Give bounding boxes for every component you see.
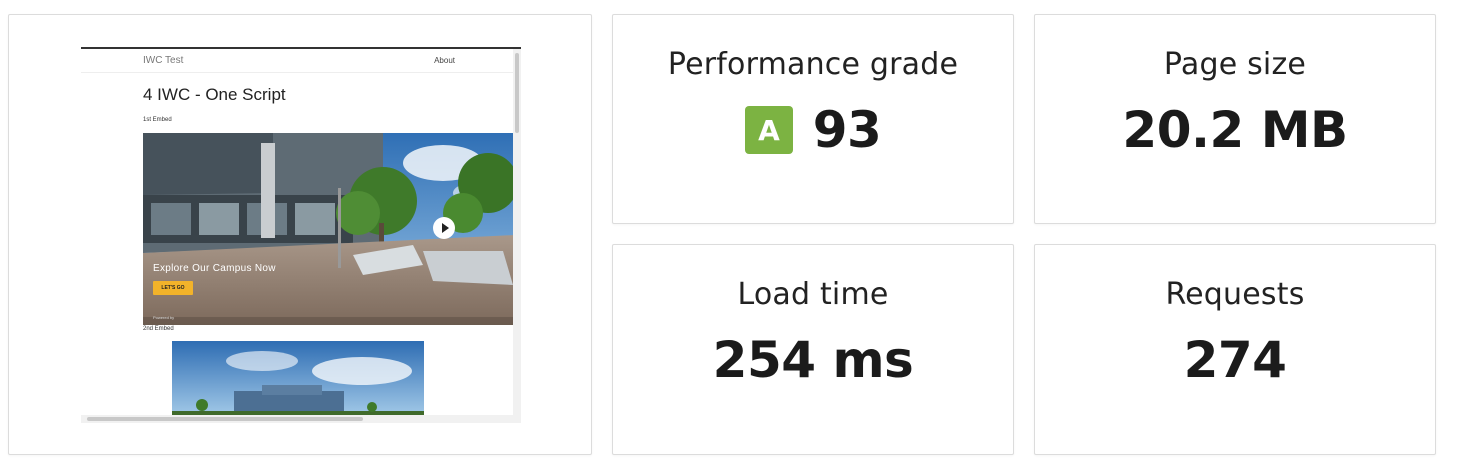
screenshot-card: IWC Test About 4 IWC - One Script 1st Em…: [8, 14, 592, 455]
horizontal-scrollbar[interactable]: [81, 415, 521, 423]
page-size-value: 20.2 MB: [1122, 101, 1348, 159]
screenshot-embed2-label: 2nd Embed: [143, 326, 174, 332]
powered-by-label: Powered by: [153, 315, 175, 320]
load-time-card: Load time 254 ms: [612, 244, 1014, 455]
campus-tour-image: [143, 133, 515, 325]
lets-go-button[interactable]: LET'S GO: [153, 281, 193, 295]
vertical-scrollbar[interactable]: [513, 49, 521, 423]
screenshot-embed1-label: 1st Embed: [143, 117, 172, 123]
screenshot-navbar: IWC Test About: [81, 49, 513, 73]
second-embed-image: [172, 341, 424, 419]
performance-grade-label: Performance grade: [667, 47, 959, 82]
campus-tour-embed: Explore Our Campus Now LET'S GO Powered …: [143, 133, 515, 325]
screenshot-site-title: IWC Test: [143, 55, 184, 66]
page-size-label: Page size: [1163, 47, 1307, 82]
screenshot-nav-about: About: [434, 56, 455, 65]
grade-badge: A: [744, 106, 793, 154]
requests-card: Requests 274: [1034, 244, 1436, 455]
embed-caption: Explore Our Campus Now: [153, 263, 276, 274]
performance-grade-row: A 93: [613, 101, 1013, 159]
performance-grade-card: Performance grade A 93: [612, 14, 1014, 224]
page-screenshot[interactable]: IWC Test About 4 IWC - One Script 1st Em…: [81, 47, 521, 423]
second-embed: [172, 341, 424, 419]
load-time-label: Load time: [737, 277, 889, 312]
play-icon[interactable]: [433, 217, 455, 239]
load-time-value: 254 ms: [712, 331, 914, 389]
performance-score: 93: [812, 101, 882, 159]
requests-value: 274: [1183, 331, 1287, 389]
requests-label: Requests: [1165, 277, 1305, 312]
page-size-card: Page size 20.2 MB: [1034, 14, 1436, 224]
screenshot-page-heading: 4 IWC - One Script: [143, 85, 286, 104]
